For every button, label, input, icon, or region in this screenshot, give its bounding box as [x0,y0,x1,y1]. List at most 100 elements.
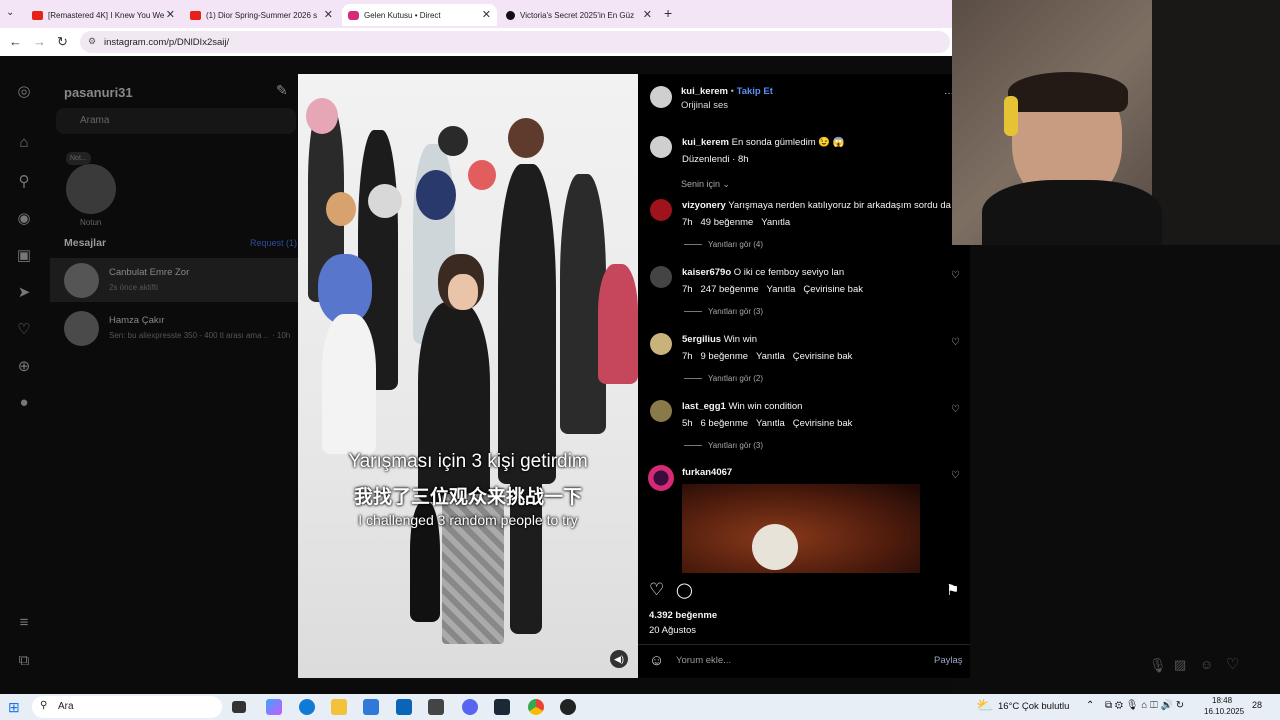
explore-icon[interactable]: ◉ [14,209,34,229]
youtube-icon [190,10,201,20]
windows-start-icon[interactable]: ⊞ [8,699,20,716]
back-icon[interactable]: ← [9,34,22,49]
avatar [64,311,99,346]
notifications-badge[interactable]: 28 [1252,700,1262,710]
view-replies-button[interactable]: Yanıtları gör (4) [684,240,763,249]
search-input[interactable]: Arama [56,108,296,134]
menu-icon[interactable]: ≡ [14,614,34,634]
tab-2[interactable]: (1) Dior Spring-Summer 2026 s ✕ [184,4,339,26]
follow-button[interactable]: Takip Et [737,86,773,97]
requests-link[interactable]: Request (1) [250,238,297,248]
save-icon[interactable]: ⚑ [946,581,959,599]
avatar[interactable] [650,199,672,221]
steam-icon[interactable] [494,699,510,715]
file-explorer-icon[interactable] [331,699,347,715]
view-replies-button[interactable]: Yanıtları gör (2) [684,374,763,383]
create-icon[interactable]: ⊕ [14,357,34,377]
new-tab-button[interactable]: + [664,5,672,21]
avatar[interactable] [650,266,672,288]
tray-chevron-icon[interactable]: ⌃ [1086,700,1094,711]
clock-date[interactable]: 16.10.2025 [1204,707,1244,716]
like-comment-icon[interactable]: ♡ [951,270,960,281]
like-post-icon[interactable]: ♡ [649,580,664,600]
url-field[interactable]: ⚙ instagram.com/p/DNlDIx2saij/ [80,31,950,53]
discord-icon[interactable] [462,699,478,715]
instagram-logo-icon[interactable]: ◎ [14,82,34,102]
sticker-icon[interactable]: ☺ [1200,657,1213,672]
like-comment-icon[interactable]: ♡ [951,337,960,348]
close-tab-icon[interactable]: ✕ [482,8,491,21]
tab-1[interactable]: [Remastered 4K] I Knew You We ✕ [26,4,181,26]
taskbar: ⊞ ⚲ Ara ⛅ 16°C Çok bulutlu ⌃ ⧉ ⚙ 🎙 ⌂ ◫ 🔊… [0,694,1280,720]
tab-list-chevron-icon[interactable]: ⌄ [6,7,14,18]
profile-icon[interactable]: ● [14,394,34,414]
reels-icon[interactable]: ▣ [14,246,34,266]
tab-4[interactable]: Victoria's Secret 2025'in En Güz ✕ [500,4,658,26]
likes-count[interactable]: 4.392 beğenme [649,610,717,621]
search-icon[interactable]: ⚲ [14,172,34,192]
messages-title: Mesajlar [64,237,107,249]
image-icon[interactable]: ▨ [1174,657,1186,673]
avatar[interactable] [648,465,674,491]
obs-icon[interactable] [560,699,576,715]
microphone-icon[interactable]: 🎙 [1149,657,1167,674]
chrome-icon[interactable] [528,699,544,715]
heart-icon[interactable]: ♡ [1226,655,1239,673]
task-view-icon[interactable] [232,701,246,713]
like-comment-icon[interactable]: ♡ [951,404,960,415]
outlook-icon[interactable] [396,699,412,715]
caption-text: En sonda gümledim 😉 😱 [731,137,845,148]
author-avatar[interactable] [650,86,672,108]
note-bubble[interactable]: Not... [66,152,91,165]
notifications-icon[interactable]: ♡ [14,320,34,340]
avatar[interactable] [650,333,672,355]
avatar [64,263,99,298]
messages-icon[interactable]: ➤ [14,283,34,303]
browser-tab-bar: ⌄ [Remastered 4K] I Knew You We ✕ (1) Di… [0,0,952,28]
note-caption: Notun [80,218,102,227]
weather-text[interactable]: 16°C Çok bulutlu [998,701,1069,712]
webcam-overlay [952,0,1280,245]
compose-icon[interactable]: ✎ [276,82,288,99]
app-icon[interactable] [428,699,444,715]
note-avatar[interactable] [66,164,116,214]
volume-icon[interactable]: ◀) [610,650,628,668]
subtitle-english: I challenged 3 random people to try [358,512,578,528]
forward-icon[interactable]: → [33,34,46,49]
copilot-icon[interactable] [266,699,282,715]
caption-avatar[interactable] [650,136,672,158]
conversation-row[interactable]: Hamza Çakır Sen: bu aliexpresste 350 - 4… [50,306,298,350]
close-tab-icon[interactable]: ✕ [166,8,175,21]
weather-icon[interactable]: ⛅ [976,697,993,714]
conversation-row[interactable]: Canbulat Emre Zor 2s önce aktifti [50,258,298,302]
store-icon[interactable] [363,699,379,715]
tab-3-active[interactable]: Gelen Kutusu • Direct ✕ [342,4,497,26]
audio-label[interactable]: Orijinal ses [681,100,728,111]
taskbar-search-input[interactable]: ⚲ Ara [32,696,222,718]
comment-image[interactable] [682,484,920,573]
emoji-icon[interactable]: ☺ [649,652,664,669]
comment-input[interactable]: Yorum ekle... [676,655,731,666]
home-icon[interactable]: ⌂ [14,134,34,154]
close-tab-icon[interactable]: ✕ [324,8,333,21]
avatar[interactable] [650,400,672,422]
comment-sort-dropdown[interactable]: Senin için ⌄ [681,179,730,190]
view-replies-button[interactable]: Yanıtları gör (3) [684,307,763,316]
tray-icons[interactable]: ⧉ ⚙ 🎙 ⌂ ◫ 🔊 ↻ [1105,700,1184,711]
subtitle-chinese: 我找了三位观众来挑战一下 [353,487,582,508]
share-button[interactable]: Paylaş [934,655,963,666]
clock-time[interactable]: 18:48 [1212,696,1232,705]
post-date: 20 Ağustos [649,625,697,636]
close-tab-icon[interactable]: ✕ [643,8,652,21]
account-username[interactable]: pasanuri31 [64,85,133,100]
author-username[interactable]: kui_kerem [681,86,728,97]
like-comment-icon[interactable]: ♡ [951,470,960,481]
view-replies-button[interactable]: Yanıtları gör (3) [684,441,763,450]
more-apps-icon[interactable]: ⧉ [14,652,34,672]
edge-icon[interactable] [299,699,315,715]
reload-icon[interactable]: ↻ [57,34,68,50]
subtitle-turkish: Yarışması için 3 kişi getirdim [348,451,588,472]
post-video[interactable]: Yarışması için 3 kişi getirdim 我找了三位观众来挑… [298,74,638,678]
site-info-icon[interactable]: ⚙ [88,36,96,47]
comment-icon[interactable]: ◯ [676,581,693,599]
